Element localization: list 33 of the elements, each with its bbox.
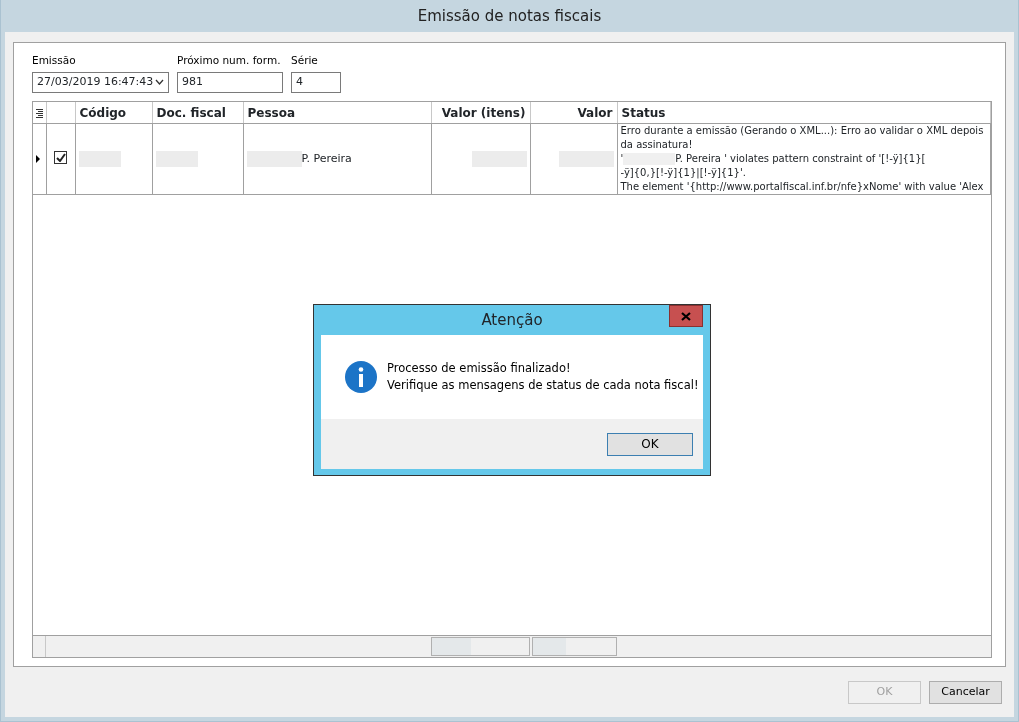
status-text: -ÿ]{0,}[!-ÿ]{1}|[!-ÿ]{1}'. (620, 167, 746, 179)
dialog-title: Atenção (481, 309, 543, 331)
info-icon (345, 361, 377, 393)
field-value: 4 (296, 74, 304, 90)
close-button[interactable] (669, 305, 703, 327)
ok-button[interactable]: OK (607, 432, 693, 456)
window-title: Emissão de notas fiscais (417, 5, 602, 27)
status-text: The element '{http://www.portalfiscal.inf.br/nfe}xNome' with value 'Alex (620, 181, 984, 193)
input-field[interactable]: 4 (291, 71, 341, 93)
status-text: P. Pereira ' violates pattern constraint of '[!-ÿ]{1}[ (675, 153, 926, 165)
checkbox[interactable] (54, 151, 67, 164)
close-icon (681, 311, 691, 321)
column-header[interactable]: Valor (577, 105, 613, 120)
column-header[interactable]: Doc. fiscal (156, 105, 226, 120)
field-label: Próximo num. form. (177, 53, 282, 68)
status-text: Erro durante a emissão (Gerando o XML...): Erro ao validar o XML depois da assinatura! (620, 125, 984, 151)
date-dropdown[interactable]: 27/03/2019 16:47:43 (32, 71, 169, 93)
field-value: 981 (182, 74, 204, 90)
column-chooser-icon[interactable] (35, 108, 43, 118)
column-header[interactable]: Status (621, 105, 666, 120)
status-text: ' (620, 153, 624, 165)
column-header[interactable]: Código (79, 105, 127, 120)
field-value: 27/03/2019 16:47:43 (37, 74, 155, 90)
dialog-message: Processo de emissão finalizado! (387, 359, 572, 377)
field-label: Série (291, 53, 319, 68)
table-cell: P. Pereira (301, 152, 352, 165)
dialog-message: Verifique as mensagens de status de cada nota fiscal! (387, 377, 699, 394)
column-header[interactable]: Valor (itens) (441, 105, 526, 120)
cancel-button[interactable]: Cancelar (929, 681, 1002, 704)
field-label: Emissão (32, 53, 77, 68)
input-field[interactable]: 981 (177, 71, 283, 93)
chevron-down-icon (155, 79, 164, 86)
column-header[interactable]: Pessoa (247, 105, 296, 120)
